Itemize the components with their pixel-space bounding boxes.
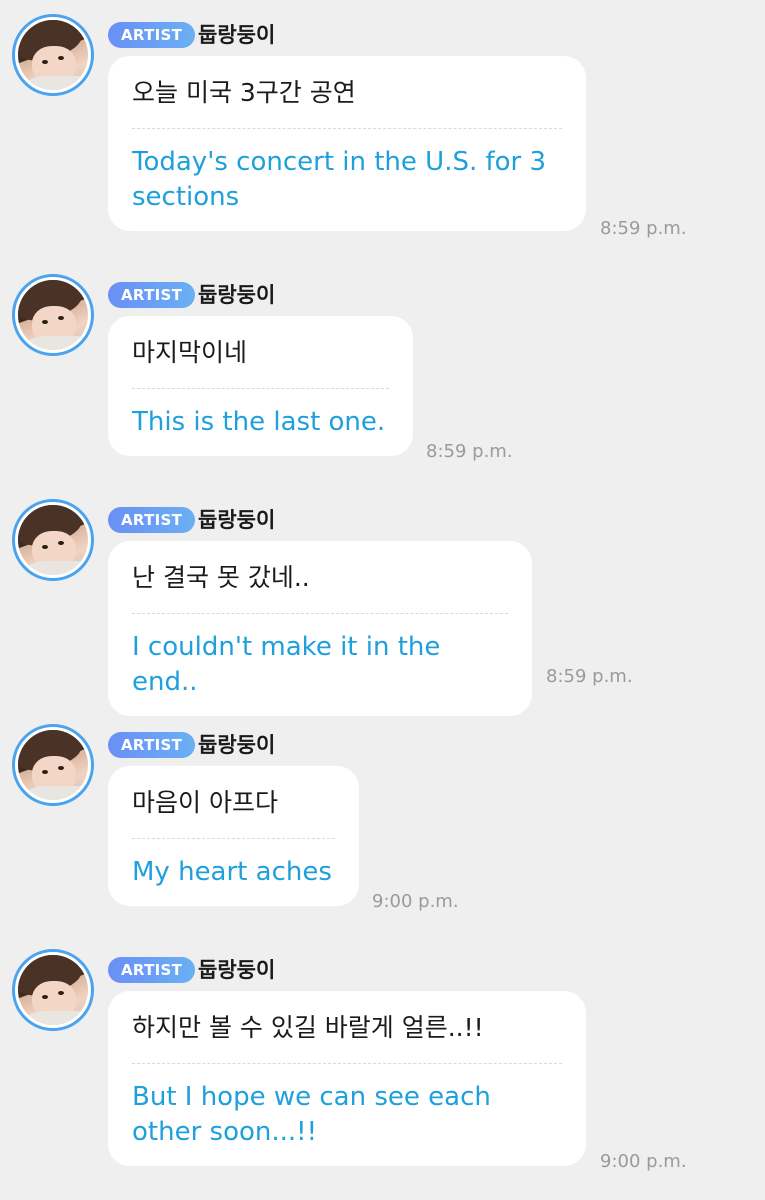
translated-text: Today's concert in the U.S. for 3 sectio… <box>132 147 547 212</box>
avatar[interactable] <box>12 499 94 581</box>
sender-name[interactable]: 둡랑둥이 <box>198 281 275 309</box>
avatar-photo <box>18 955 88 1025</box>
avatar[interactable] <box>12 14 94 96</box>
original-text: 오늘 미국 3구간 공연 <box>132 56 562 129</box>
avatar-photo <box>18 730 88 800</box>
timestamp: 8:59 p.m. <box>426 441 513 462</box>
message-bubble[interactable]: 하지만 볼 수 있길 바랄게 얼른..!! But I hope we can … <box>108 991 586 1166</box>
avatar-photo <box>18 505 88 575</box>
sender-name[interactable]: 둡랑둥이 <box>198 956 275 984</box>
message-bubble[interactable]: 오늘 미국 3구간 공연 Today's concert in the U.S.… <box>108 56 586 231</box>
avatar-photo <box>18 20 88 90</box>
sender-name[interactable]: 둡랑둥이 <box>198 21 275 49</box>
avatar-photo <box>18 280 88 350</box>
avatar[interactable] <box>12 274 94 356</box>
avatar[interactable] <box>12 724 94 806</box>
translated-text: But I hope we can see each other soon...… <box>132 1082 491 1147</box>
original-text: 마지막이네 <box>132 316 389 389</box>
artist-badge: ARTIST <box>108 957 196 983</box>
timestamp: 9:00 p.m. <box>600 1151 687 1172</box>
translated-text: This is the last one. <box>132 407 386 437</box>
artist-badge: ARTIST <box>108 507 196 533</box>
timestamp: 8:59 p.m. <box>600 218 687 239</box>
timestamp: 9:00 p.m. <box>372 891 459 912</box>
original-text: 하지만 볼 수 있길 바랄게 얼른..!! <box>132 991 562 1064</box>
translated-text: My heart aches <box>132 857 332 887</box>
original-text: 마음이 아프다 <box>132 766 335 839</box>
message-bubble[interactable]: 난 결국 못 갔네.. I couldn't make it in the en… <box>108 541 532 716</box>
message-bubble[interactable]: 마지막이네 This is the last one. <box>108 316 413 456</box>
timestamp: 8:59 p.m. <box>546 666 633 687</box>
sender-name[interactable]: 둡랑둥이 <box>198 731 275 759</box>
artist-badge: ARTIST <box>108 732 196 758</box>
artist-badge: ARTIST <box>108 282 196 308</box>
original-text: 난 결국 못 갔네.. <box>132 541 508 614</box>
artist-badge: ARTIST <box>108 22 196 48</box>
sender-name[interactable]: 둡랑둥이 <box>198 506 275 534</box>
avatar[interactable] <box>12 949 94 1031</box>
translated-text: I couldn't make it in the end.. <box>132 632 441 697</box>
message-bubble[interactable]: 마음이 아프다 My heart aches <box>108 766 359 906</box>
